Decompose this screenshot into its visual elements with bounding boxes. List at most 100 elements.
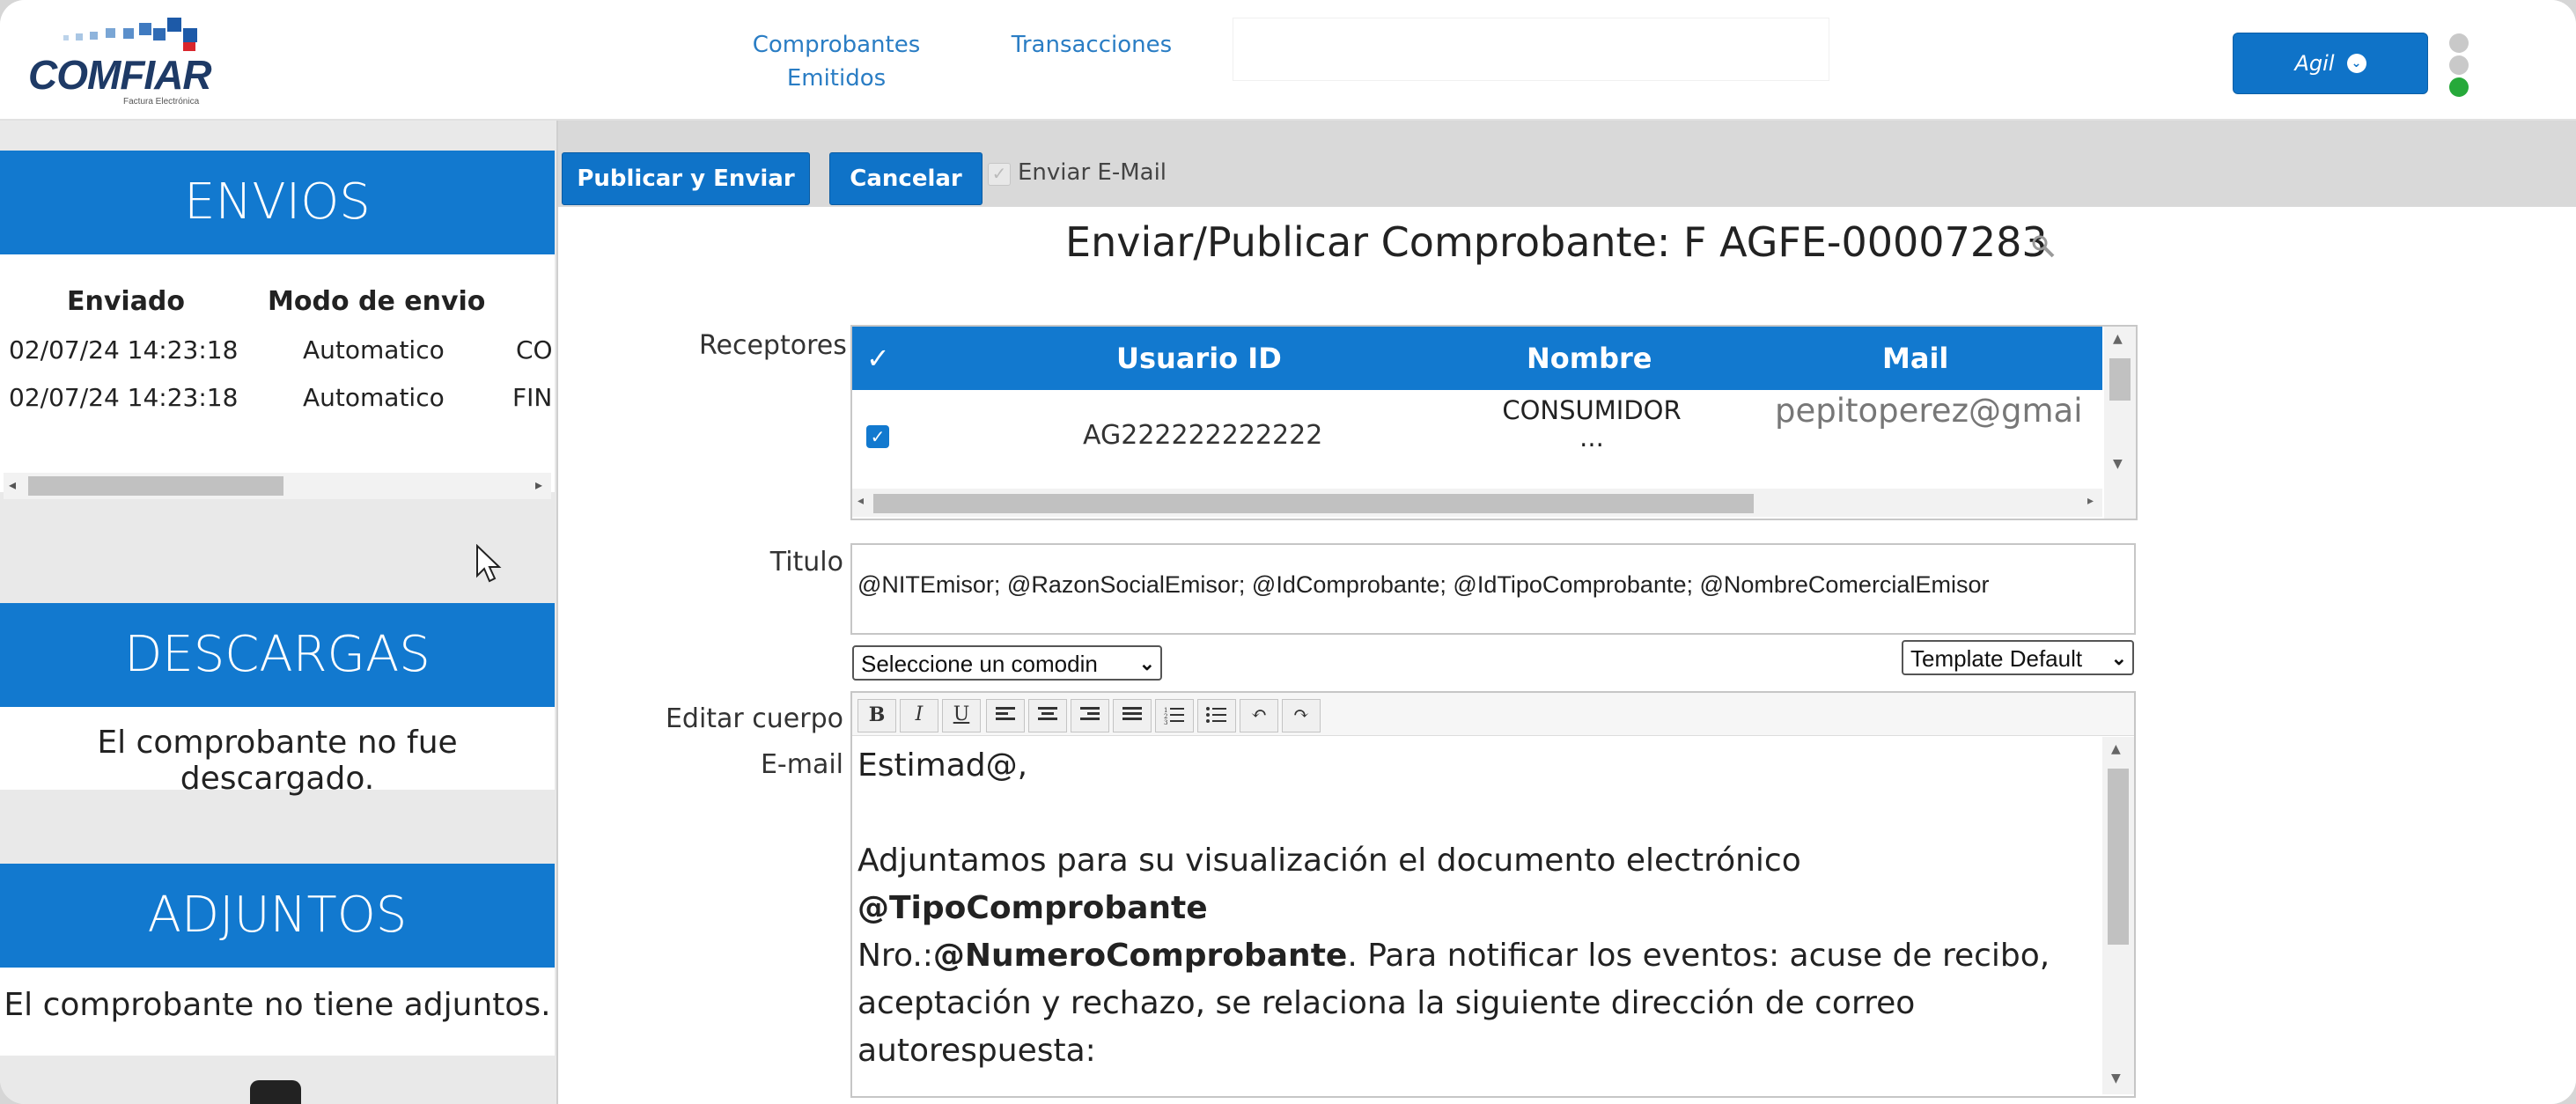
scrollbar-thumb[interactable] <box>873 494 1754 513</box>
receptores-table-header: ✓ Usuario ID Nombre Mail <box>852 327 2102 390</box>
scroll-up-icon[interactable]: ▲ <box>2113 332 2123 346</box>
bold-button[interactable]: B <box>857 699 896 732</box>
body-text: Adjuntamos para su visualización el docu… <box>857 843 1801 879</box>
top-header: COMFIAR Factura Electrónica Comprobantes… <box>0 0 2576 121</box>
unordered-list-icon[interactable] <box>1197 699 1236 732</box>
scrollbar-thumb[interactable] <box>2108 769 2129 945</box>
adjuntos-message: El comprobante no tiene adjuntos. <box>4 987 551 1023</box>
comodin-select[interactable]: Seleccione un comodin ⌄ <box>852 645 1162 681</box>
row-checkbox[interactable]: ✓ <box>866 425 889 448</box>
envios-horizontal-scrollbar[interactable]: ◂ ▸ <box>4 473 551 499</box>
column-header-modo: Modo de envio <box>268 286 486 317</box>
nombre-line: CONSUMIDOR <box>1502 395 1682 425</box>
body-greeting: Estimad@, <box>857 747 1028 784</box>
scroll-left-icon[interactable]: ◂ <box>9 476 16 493</box>
body-paragraph: aceptación y rechazo, se relaciona la si… <box>857 985 1916 1069</box>
redo-icon[interactable]: ↷ <box>1282 699 1321 732</box>
align-left-icon[interactable] <box>986 699 1025 732</box>
search-icon[interactable] <box>2030 233 2057 260</box>
main-panel: Enviar/Publicar Comprobante: F AGFE-0000… <box>558 207 2576 1104</box>
body-spacer <box>857 790 2072 837</box>
template-select[interactable]: Template Default ⌄ <box>1902 640 2134 675</box>
chevron-down-icon: ⌄ <box>2110 647 2127 669</box>
logo-squares-icon <box>63 18 197 51</box>
email-body-editor[interactable]: B I U 123 ↶ ↷ Estimad@, Adjuntamos para … <box>850 691 2136 1098</box>
enviar-email-checkbox[interactable]: ✓ <box>988 163 1011 186</box>
nombre-line: ... <box>1579 423 1604 453</box>
body-paragraph: Adjuntamos para su visualización el docu… <box>857 837 2072 932</box>
cell-enviado: 02/07/24 14:23:18 <box>9 335 239 364</box>
body-paragraph: Nro.:@NumeroComprobante. Para notificar … <box>857 932 2072 980</box>
titulo-value: @NITEmisor; @RazonSocialEmisor; @IdCompr… <box>857 571 1990 598</box>
receptores-vertical-scrollbar[interactable]: ▲ ▼ <box>2104 327 2136 519</box>
editor-vertical-scrollbar[interactable]: ▲ ▼ <box>2102 737 2134 1094</box>
column-header-nombre: Nombre <box>1527 342 1652 375</box>
edit-icon[interactable] <box>250 1080 301 1104</box>
scroll-right-icon[interactable]: ▸ <box>2087 494 2094 508</box>
column-header-usuario-id: Usuario ID <box>1116 342 1282 375</box>
sidebar: ENVIOS Enviado Modo de envio 02/07/24 14… <box>0 121 558 1104</box>
nav-transacciones[interactable]: Transacciones <box>1004 28 1180 62</box>
cancelar-button[interactable]: Cancelar <box>829 152 983 205</box>
align-right-icon[interactable] <box>1071 699 1109 732</box>
comfiar-logo[interactable]: COMFIAR Factura Electrónica <box>28 16 257 107</box>
titulo-label: Titulo <box>769 547 843 578</box>
underline-button[interactable]: U <box>942 699 981 732</box>
chevron-down-icon: ⌄ <box>2346 54 2366 73</box>
cell-extra: FIN <box>512 383 553 412</box>
editor-toolbar: B I U 123 ↶ ↷ <box>852 693 2134 736</box>
chevron-down-icon: ⌄ <box>1138 652 1155 674</box>
scroll-right-icon[interactable]: ▸ <box>535 476 542 493</box>
scroll-left-icon[interactable]: ◂ <box>857 494 864 508</box>
align-justify-icon[interactable] <box>1113 699 1152 732</box>
status-light-icon <box>2449 33 2469 53</box>
column-header-mail: Mail <box>1882 342 1949 375</box>
scrollbar-thumb[interactable] <box>2109 358 2131 401</box>
align-center-icon[interactable] <box>1028 699 1067 732</box>
user-name: Agil <box>2294 51 2335 76</box>
app-window: COMFIAR Factura Electrónica Comprobantes… <box>0 0 2576 1104</box>
scrollbar-thumb[interactable] <box>28 476 283 496</box>
search-input[interactable] <box>1233 18 1829 81</box>
titulo-input[interactable]: @NITEmisor; @RazonSocialEmisor; @IdCompr… <box>850 543 2136 635</box>
select-all-check-icon[interactable]: ✓ <box>866 327 890 390</box>
nav-label: Transacciones <box>1011 32 1173 58</box>
adjuntos-header: ADJUNTOS <box>0 864 555 968</box>
column-header-enviado: Enviado <box>67 286 186 317</box>
ordered-list-icon[interactable]: 123 <box>1155 699 1194 732</box>
publicar-enviar-button[interactable]: Publicar y Enviar <box>562 152 810 205</box>
editar-cuerpo-label: Editar cuerpo E-mail <box>646 696 843 788</box>
nav-label: Comprobantes <box>752 32 921 58</box>
status-light-icon <box>2449 55 2469 75</box>
scroll-up-icon[interactable]: ▲ <box>2111 742 2121 756</box>
cell-modo: Automatico <box>303 335 445 364</box>
enviar-email-label: Enviar E-Mail <box>1018 159 1167 186</box>
undo-icon[interactable]: ↶ <box>1240 699 1278 732</box>
scroll-down-icon[interactable]: ▼ <box>2113 457 2123 471</box>
envios-table: Enviado Modo de envio 02/07/24 14:23:18 … <box>0 254 555 492</box>
body-text: . Para notificar los eventos: acuse de r… <box>1347 938 2050 974</box>
receptores-horizontal-scrollbar[interactable]: ◂ ▸ <box>852 489 2102 517</box>
status-indicator <box>2446 33 2472 97</box>
scroll-down-icon[interactable]: ▼ <box>2111 1071 2121 1086</box>
user-menu-button[interactable]: Agil ⌄ <box>2233 33 2428 94</box>
email-body-text[interactable]: Estimad@, Adjuntamos para su visualizaci… <box>857 742 2072 1086</box>
envios-header: ENVIOS <box>0 151 555 254</box>
body-text: Nro.: <box>857 938 933 974</box>
nav-label: Emitidos <box>786 65 887 92</box>
logo-text: COMFIAR <box>28 52 212 98</box>
action-toolbar: Publicar y Enviar Cancelar ✓ Enviar E-Ma… <box>558 121 2576 207</box>
descargas-message: El comprobante no fue descargado. <box>97 725 458 797</box>
receptores-table: ✓ Usuario ID Nombre Mail ✓ AG22222222222… <box>850 325 2138 520</box>
receptores-label: Receptores <box>699 330 847 361</box>
body-placeholder-numero: @NumeroComprobante <box>932 938 1348 974</box>
logo-subtext: Factura Electrónica <box>123 97 200 107</box>
label-line: Editar cuerpo <box>665 703 843 734</box>
nav-comprobantes-emitidos[interactable]: Comprobantes Emitidos <box>740 28 933 95</box>
page-title: Enviar/Publicar Comprobante: F AGFE-0000… <box>1065 218 2048 266</box>
mouse-cursor-icon <box>476 544 502 583</box>
italic-button[interactable]: I <box>900 699 938 732</box>
template-select-value: Template Default <box>1910 645 2083 672</box>
cell-modo: Automatico <box>303 383 445 412</box>
svg-text:3: 3 <box>1164 719 1167 725</box>
